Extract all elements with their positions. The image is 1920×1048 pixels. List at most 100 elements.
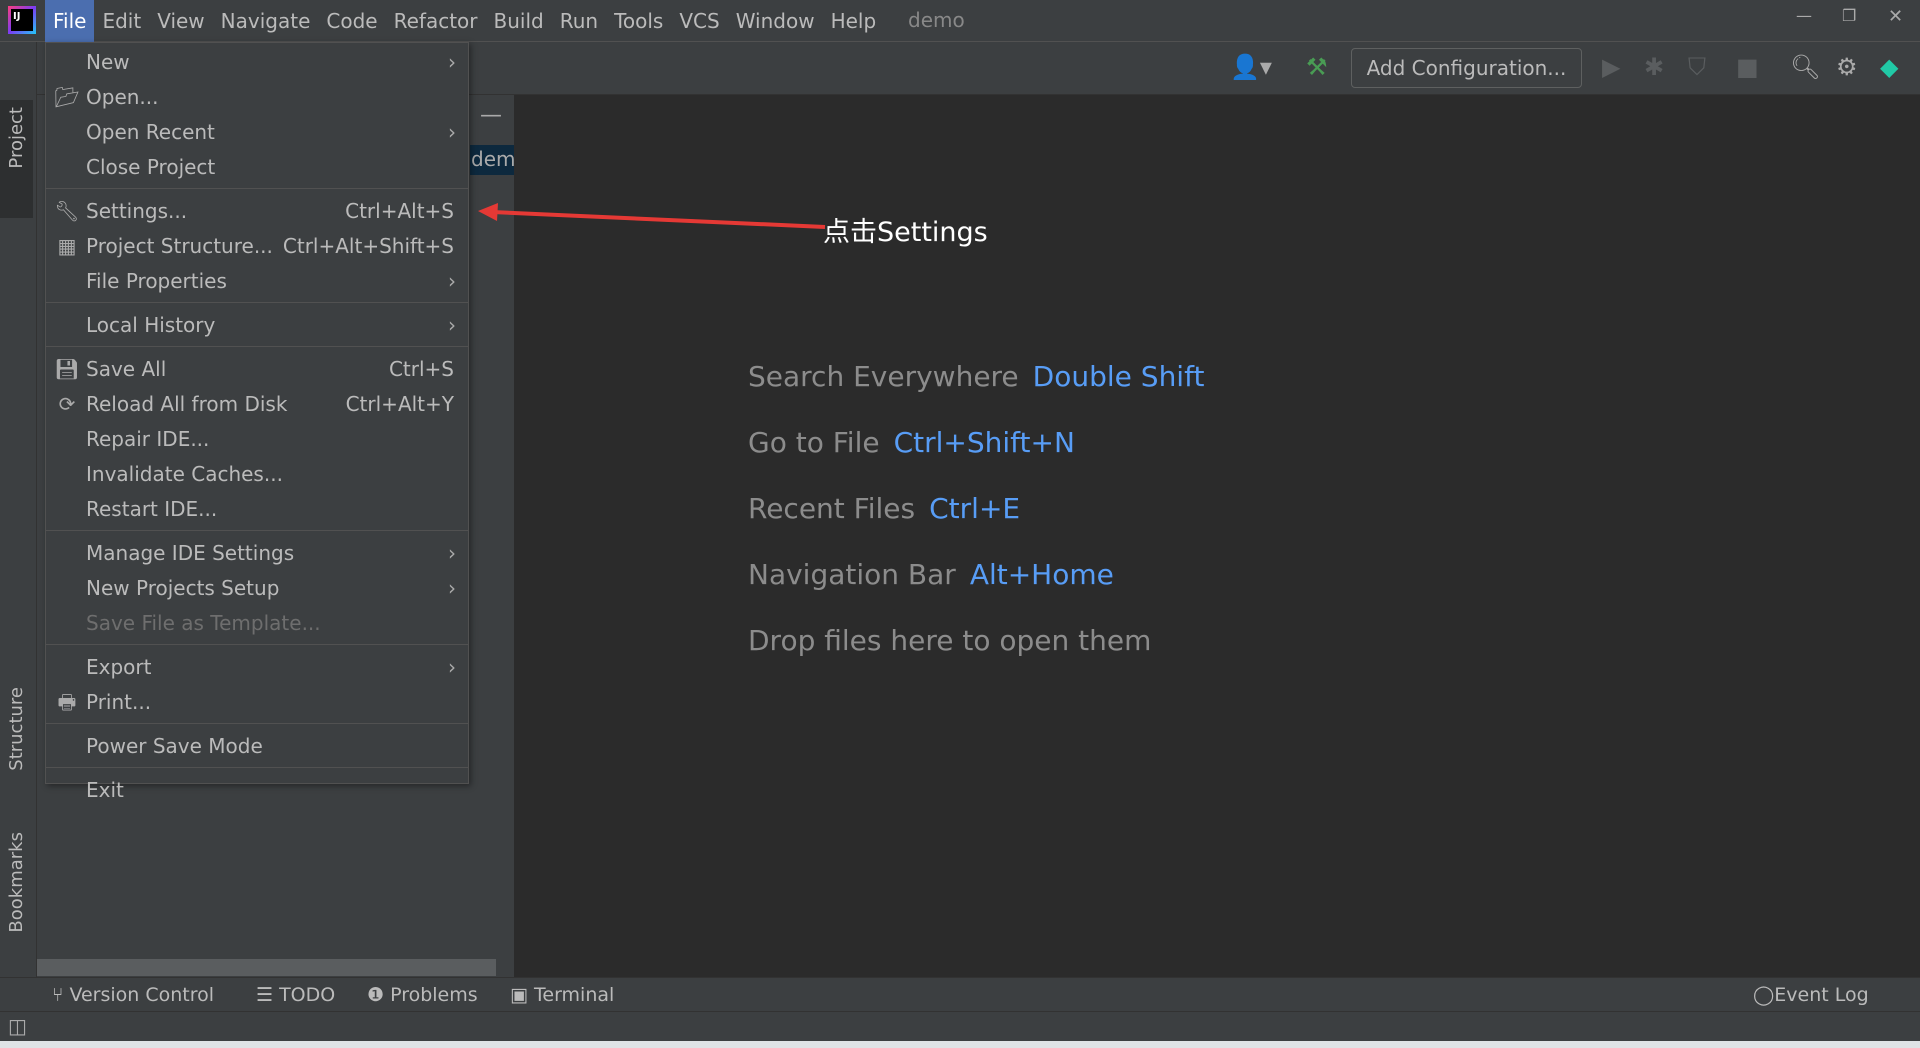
printer-icon: 🖶 [57,690,77,714]
tree-item-demo[interactable]: dem [471,147,515,171]
project-structure-icon: ▦ [57,234,77,258]
gear-icon[interactable]: ⚙ [1836,52,1858,82]
terminal-tab[interactable]: ▣ Terminal [510,978,614,1012]
label: New Projects Setup [86,576,280,600]
hint-label: Search Everywhere [748,360,1019,393]
build-hammer-icon[interactable]: ⚒ [1306,52,1328,82]
label: Project Structure... [86,234,273,258]
label: Close Project [86,155,216,179]
menu-window[interactable]: Window [728,0,823,42]
horizontal-scrollbar[interactable] [37,959,496,976]
debug-icon[interactable]: ✱ [1644,52,1664,82]
menu-item-new-projects-setup[interactable]: New Projects Setup › [46,571,468,606]
menu-item-reload[interactable]: ⟳ Reload All from Disk Ctrl+Alt+Y [46,387,468,422]
hint-search-everywhere: Search Everywhere Double Shift [748,360,1204,393]
hint-label: Navigation Bar [748,558,956,591]
restore-icon[interactable]: ❐ [1842,6,1856,25]
toolbox-icon[interactable]: ◆ [1880,52,1898,82]
menu-build[interactable]: Build [486,0,552,42]
shortcut: Ctrl+S [388,357,454,381]
chevron-right-icon: › [448,576,456,600]
tool-window-bar: ⑂ Version Control ☰ TODO ❶ Problems ▣ Te… [0,977,1920,1011]
menu-item-project-structure[interactable]: ▦ Project Structure... Ctrl+Alt+Shift+S [46,229,468,264]
chevron-right-icon: › [448,541,456,565]
coverage-icon[interactable]: ⛉ [1688,52,1706,82]
menu-refactor[interactable]: Refactor [386,0,486,42]
label: Exit [86,778,124,802]
label: Open Recent [86,120,215,144]
todo-tab[interactable]: ☰ TODO [256,978,335,1012]
chevron-right-icon: › [448,120,456,144]
search-icon[interactable]: 🔍︎ [1790,52,1820,82]
menu-item-open[interactable]: 📂︎ Open... [46,80,468,115]
label: Open... [86,85,159,109]
label: Version Control [69,984,215,1006]
close-icon[interactable]: ✕ [1888,6,1903,27]
chevron-right-icon: › [448,269,456,293]
terminal-icon: ▣ [510,984,534,1006]
menu-file[interactable]: File [45,0,95,42]
hint-shortcut: Double Shift [1032,360,1205,393]
menu-item-open-recent[interactable]: Open Recent › [46,115,468,150]
menu-item-invalidate-caches[interactable]: Invalidate Caches... [46,457,468,492]
run-icon[interactable]: ▶ [1602,52,1620,82]
menu-item-file-properties[interactable]: File Properties › [46,264,468,299]
menu-item-export[interactable]: Export › [46,650,468,685]
tab-structure[interactable]: Structure [6,687,27,771]
shortcut: Ctrl+Alt+Shift+S [282,234,454,258]
menu-code[interactable]: Code [318,0,385,42]
event-log-tab[interactable]: ◯Event Log [1753,978,1869,1012]
stop-icon[interactable]: ■ [1736,52,1759,82]
hint-navigation-bar: Navigation Bar Alt+Home [748,558,1114,591]
label: File Properties [86,269,227,293]
save-icon: 💾︎ [54,357,80,381]
arrow-line [491,210,826,229]
label: Manage IDE Settings [86,541,295,565]
menu-tools[interactable]: Tools [606,0,671,42]
left-tool-strip: Project Structure Bookmarks [0,42,37,1012]
minimize-icon[interactable]: — [1796,6,1812,25]
menu-view[interactable]: View [149,0,212,42]
list-icon: ☰ [256,984,280,1006]
label: Event Log [1774,984,1869,1006]
shortcut: Ctrl+Alt+Y [345,392,454,416]
menu-item-repair-ide[interactable]: Repair IDE... [46,422,468,457]
menu-item-new[interactable]: New › [46,45,468,80]
menu-item-print[interactable]: 🖶 Print... [46,685,468,720]
tab-bookmarks[interactable]: Bookmarks [6,832,27,933]
label: Export [86,655,152,679]
label: Reload All from Disk [86,392,288,416]
menu-item-exit[interactable]: Exit [46,773,468,808]
intellij-logo-icon: IJ [8,6,36,34]
tab-project[interactable]: Project [6,107,27,169]
menu-navigate[interactable]: Navigate [213,0,319,42]
add-configuration-button[interactable]: Add Configuration... [1351,48,1582,88]
hint-drop-files: Drop files here to open them [748,624,1151,657]
hint-go-to-file: Go to File Ctrl+Shift+N [748,426,1075,459]
problems-tab[interactable]: ❶ Problems [367,978,478,1012]
menu-run[interactable]: Run [552,0,606,42]
menu-vcs[interactable]: VCS [671,0,727,42]
menu-item-save-all[interactable]: 💾︎ Save All Ctrl+S [46,352,468,387]
version-control-tab[interactable]: ⑂ Version Control [52,978,214,1012]
toggle-tool-windows-icon[interactable]: ◫ [8,1014,27,1038]
menu-item-settings[interactable]: 🔧︎ Settings... Ctrl+Alt+S [46,194,468,229]
user-dropdown-icon[interactable]: 👤▾ [1230,52,1272,82]
hint-shortcut: Alt+Home [969,558,1114,591]
hint-shortcut: Ctrl+E [929,492,1021,525]
menu-help[interactable]: Help [823,0,885,42]
hint-recent-files: Recent Files Ctrl+E [748,492,1020,525]
collapse-icon[interactable]: — [480,103,502,128]
menu-item-local-history[interactable]: Local History › [46,308,468,343]
os-taskbar-edge [0,1041,1920,1048]
label: TODO [279,984,336,1006]
menu-edit[interactable]: Edit [94,0,149,42]
menu-item-manage-ide-settings[interactable]: Manage IDE Settings › [46,536,468,571]
menu-item-restart-ide[interactable]: Restart IDE... [46,492,468,527]
wrench-icon: 🔧︎ [54,199,80,223]
hint-shortcut: Ctrl+Shift+N [893,426,1075,459]
label: Repair IDE... [86,427,210,451]
menu-item-close-project[interactable]: Close Project [46,150,468,185]
menu-item-power-save-mode[interactable]: Power Save Mode [46,729,468,764]
title-bar: IJ File Edit View Navigate Code Refactor… [0,0,1920,42]
